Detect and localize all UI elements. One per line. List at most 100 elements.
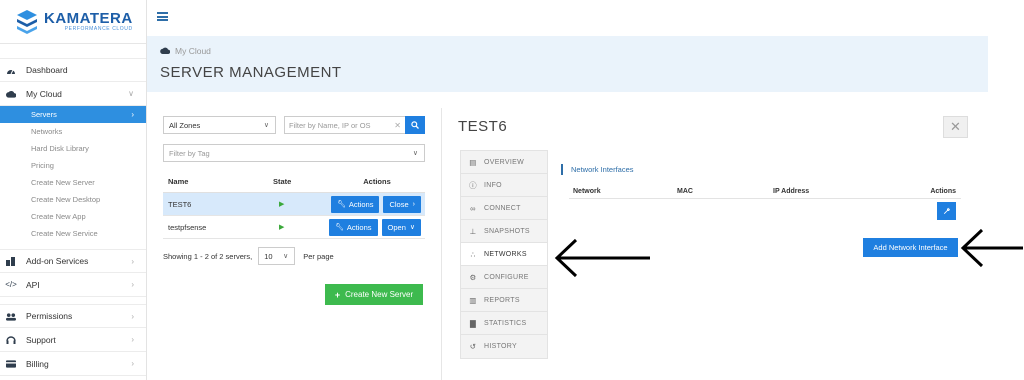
server-filter-placeholder: Filter by Name, IP or OS xyxy=(289,120,371,130)
cogs-icon: ⚙ xyxy=(469,272,477,282)
network-interfaces-section: Network Interfaces Network MAC IP Addres… xyxy=(561,164,961,223)
chevron-right-icon: › xyxy=(131,359,134,368)
code-icon: </> xyxy=(5,280,17,289)
cloud-icon xyxy=(160,46,171,56)
server-filter-input[interactable]: Filter by Name, IP or OS ✕ xyxy=(284,116,405,134)
breadcrumb[interactable]: My Cloud xyxy=(160,46,211,56)
file-icon: ▤ xyxy=(469,157,477,167)
report-icon: ▥ xyxy=(469,295,477,305)
chevron-down-icon: ∨ xyxy=(283,253,289,260)
sidebar-subitem-hard-disk-library[interactable]: Hard Disk Library xyxy=(0,140,146,157)
table-row[interactable]: testpfsense ▶ 🔧︎ Actions Open ∨ xyxy=(163,216,425,239)
close-detail-button[interactable]: ✕ xyxy=(943,116,968,138)
per-page-select[interactable]: 10 ∨ xyxy=(258,247,296,265)
sidebar-item-api[interactable]: </> API › xyxy=(0,273,146,297)
chevron-right-icon: › xyxy=(131,335,134,344)
create-new-server-button[interactable]: + Create New Server xyxy=(325,284,423,305)
table-row[interactable]: TEST6 ▶ 🔧︎ Actions Close › xyxy=(163,193,425,216)
pagination: Showing 1 - 2 of 2 servers, 10 ∨ Per pag… xyxy=(163,247,425,265)
chart-icon: ▇ xyxy=(469,318,477,328)
zone-select-value: All Zones xyxy=(169,120,201,130)
server-open-button[interactable]: Open ∨ xyxy=(381,218,421,236)
running-state-icon: ▶ xyxy=(279,224,285,231)
add-network-interface-button[interactable]: Add Network Interface xyxy=(863,238,958,257)
network-icon: ∴ xyxy=(470,249,476,259)
server-actions-button[interactable]: 🔧︎ Actions xyxy=(329,218,378,236)
plus-icon: + xyxy=(334,289,341,300)
showing-count: Showing 1 - 2 of 2 servers, xyxy=(163,251,253,261)
annotation-arrow-left xyxy=(554,238,650,278)
tab-label: NETWORKS xyxy=(484,250,527,258)
sidebar-subitem-create-app[interactable]: Create New App xyxy=(0,208,146,225)
tab-networks[interactable]: ∴ NETWORKS xyxy=(461,243,547,266)
sidebar-subitem-servers[interactable]: Servers › xyxy=(0,106,146,123)
sidebar-item-my-cloud[interactable]: My Cloud ∨ xyxy=(0,82,146,106)
server-detail-title: TEST6 xyxy=(458,118,508,135)
tab-statistics[interactable]: ▇ STATISTICS xyxy=(461,312,547,335)
brand-logo[interactable]: KAMATERA PERFORMANCE CLOUD xyxy=(0,0,146,44)
menu-toggle-icon[interactable] xyxy=(157,12,168,21)
tag-filter-select[interactable]: Filter by Tag ∨ xyxy=(163,144,425,162)
tab-label: INFO xyxy=(484,181,502,189)
link-icon: ∞ xyxy=(470,203,476,213)
sidebar-subitem-label: Create New Service xyxy=(31,229,98,238)
tab-label: REPORTS xyxy=(484,296,520,304)
tab-label: CONFIGURE xyxy=(484,273,529,281)
chevron-down-icon: ∨ xyxy=(128,89,134,98)
clear-icon[interactable]: ✕ xyxy=(394,121,401,130)
tag-filter-placeholder: Filter by Tag xyxy=(169,148,210,158)
tab-label: STATISTICS xyxy=(484,319,527,327)
users-icon xyxy=(6,311,16,321)
wrench-icon xyxy=(943,207,950,214)
tab-history[interactable]: ↺ HISTORY xyxy=(461,335,547,358)
server-list-panel: All Zones ∨ Filter by Name, IP or OS ✕ F… xyxy=(163,116,425,265)
tab-configure[interactable]: ⚙ CONFIGURE xyxy=(461,266,547,289)
sidebar-item-label: Permissions xyxy=(26,311,73,321)
search-icon xyxy=(411,121,419,129)
server-name: testpfsense xyxy=(168,222,207,232)
zone-select[interactable]: All Zones ∨ xyxy=(163,116,276,134)
sidebar: KAMATERA PERFORMANCE CLOUD Dashboard My … xyxy=(0,0,147,380)
addon-icon xyxy=(6,256,16,266)
sidebar-item-support[interactable]: Support › xyxy=(0,328,146,352)
sidebar-item-permissions[interactable]: Permissions › xyxy=(0,304,146,328)
sidebar-subitem-create-service[interactable]: Create New Service xyxy=(0,225,146,242)
sidebar-subitem-label: Create New Server xyxy=(31,178,95,187)
sidebar-subitem-label: Create New App xyxy=(31,212,86,221)
search-button[interactable] xyxy=(405,116,425,134)
sidebar-subitem-create-server[interactable]: Create New Server xyxy=(0,174,146,191)
interface-actions-button[interactable] xyxy=(937,202,956,220)
wrench-icon: 🔧︎ xyxy=(335,224,344,231)
page-header: My Cloud SERVER MANAGEMENT xyxy=(147,36,988,92)
tab-label: OVERVIEW xyxy=(484,158,525,166)
button-label: Open xyxy=(387,222,406,232)
info-icon: ⓘ xyxy=(469,180,477,190)
wrench-icon: 🔧︎ xyxy=(336,201,346,208)
sidebar-subitem-networks[interactable]: Networks xyxy=(0,123,146,140)
server-close-button[interactable]: Close › xyxy=(383,195,421,213)
sidebar-item-addon-services[interactable]: Add-on Services › xyxy=(0,249,146,273)
sidebar-subitem-label: Hard Disk Library xyxy=(31,144,89,153)
tab-connect[interactable]: ∞ CONNECT xyxy=(461,197,547,220)
tab-snapshots[interactable]: ⊥ SNAPSHOTS xyxy=(461,220,547,243)
sidebar-subitem-pricing[interactable]: Pricing xyxy=(0,157,146,174)
running-state-icon: ▶ xyxy=(279,201,285,208)
tab-label: SNAPSHOTS xyxy=(484,227,530,235)
button-label: Actions xyxy=(346,222,372,232)
tab-info[interactable]: ⓘ INFO xyxy=(461,174,547,197)
chevron-right-icon: › xyxy=(131,256,134,266)
cloud-icon xyxy=(6,89,16,99)
sidebar-subitem-create-desktop[interactable]: Create New Desktop xyxy=(0,191,146,208)
section-title: Network Interfaces xyxy=(561,164,961,175)
sidebar-item-label: API xyxy=(26,279,40,290)
button-label: Actions xyxy=(348,199,374,209)
sidebar-item-dashboard[interactable]: Dashboard xyxy=(0,58,146,82)
column-header-name: Name xyxy=(168,177,189,186)
server-actions-button[interactable]: 🔧︎ Actions xyxy=(330,195,380,213)
server-name: TEST6 xyxy=(168,199,192,209)
brand-name: KAMATERA xyxy=(44,10,133,27)
tab-reports[interactable]: ▥ REPORTS xyxy=(461,289,547,312)
table-row xyxy=(569,198,961,223)
sidebar-item-billing[interactable]: Billing › xyxy=(0,352,146,376)
tab-overview[interactable]: ▤ OVERVIEW xyxy=(461,151,547,174)
